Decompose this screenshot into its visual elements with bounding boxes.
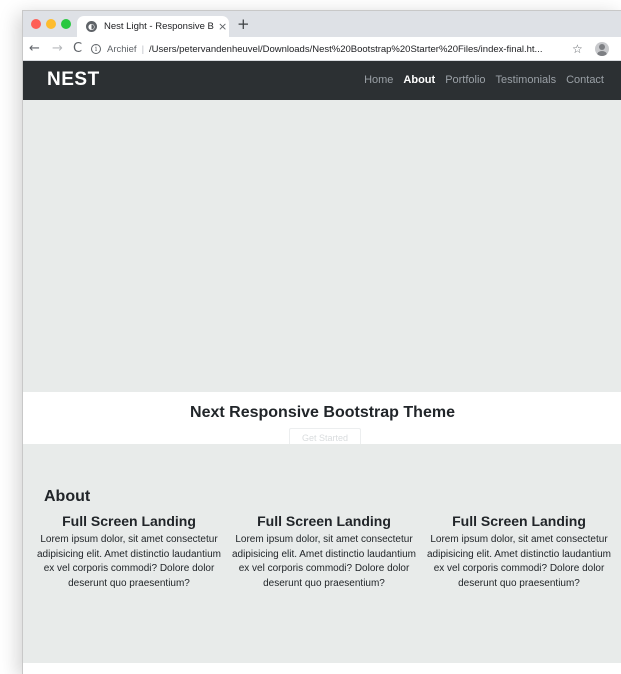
globe-icon: ◐ bbox=[86, 21, 97, 32]
site-navbar: NEST Home About Portfolio Testimonials C… bbox=[23, 61, 621, 100]
nav-link-testimonials[interactable]: Testimonials bbox=[496, 73, 557, 87]
hero-band: Next Responsive Bootstrap Theme Get Star… bbox=[23, 392, 621, 448]
feature-card: Full Screen Landing Lorem ipsum dolor, s… bbox=[33, 512, 225, 591]
page-bottom-strip bbox=[23, 663, 621, 674]
address-separator: | bbox=[141, 43, 145, 55]
browser-tab[interactable]: ◐ Nest Light - Responsive Bootst × bbox=[77, 16, 229, 37]
nav-link-portfolio[interactable]: Portfolio bbox=[445, 73, 485, 87]
reload-button[interactable]: C bbox=[73, 41, 82, 57]
minimize-window-button[interactable] bbox=[46, 19, 56, 29]
feature-text: Lorem ipsum dolor, sit amet consectetur … bbox=[37, 534, 221, 589]
nav-link-home[interactable]: Home bbox=[364, 73, 393, 87]
close-window-button[interactable] bbox=[31, 19, 41, 29]
tab-title: Nest Light - Responsive Bootst bbox=[104, 21, 214, 32]
address-bar[interactable]: i Archief | /Users/petervandenheuvel/Dow… bbox=[91, 40, 579, 58]
feature-title: Full Screen Landing bbox=[62, 513, 196, 529]
nav-links: Home About Portfolio Testimonials Contac… bbox=[364, 73, 604, 87]
address-scheme-label: Archief bbox=[107, 43, 137, 55]
feature-title: Full Screen Landing bbox=[257, 513, 391, 529]
hero-title: Next Responsive Bootstrap Theme bbox=[190, 404, 455, 421]
nav-link-about[interactable]: About bbox=[403, 73, 435, 87]
feature-card: Full Screen Landing Lorem ipsum dolor, s… bbox=[228, 512, 420, 591]
info-icon[interactable]: i bbox=[91, 44, 101, 54]
about-section: About Full Screen Landing Lorem ipsum do… bbox=[23, 444, 621, 663]
hero-image-area bbox=[23, 100, 621, 392]
feature-card: Full Screen Landing Lorem ipsum dolor, s… bbox=[423, 512, 615, 591]
nav-link-contact[interactable]: Contact bbox=[566, 73, 604, 87]
browser-toolbar: ← → C i Archief | /Users/petervandenheuv… bbox=[23, 37, 621, 61]
brand-logo[interactable]: NEST bbox=[47, 69, 100, 91]
new-tab-button[interactable]: + bbox=[237, 17, 250, 32]
forward-button[interactable]: → bbox=[52, 41, 63, 57]
about-heading: About bbox=[44, 488, 91, 505]
close-tab-icon[interactable]: × bbox=[218, 21, 227, 32]
address-url[interactable]: /Users/petervandenheuvel/Downloads/Nest%… bbox=[149, 44, 542, 55]
tab-strip: ◐ Nest Light - Responsive Bootst × + bbox=[23, 11, 621, 37]
feature-text: Lorem ipsum dolor, sit amet consectetur … bbox=[232, 534, 416, 589]
feature-text: Lorem ipsum dolor, sit amet consectetur … bbox=[427, 534, 611, 589]
feature-title: Full Screen Landing bbox=[452, 513, 586, 529]
zoom-window-button[interactable] bbox=[61, 19, 71, 29]
profile-avatar-icon[interactable] bbox=[595, 42, 609, 56]
bookmark-star-icon[interactable]: ☆ bbox=[572, 42, 583, 56]
back-button[interactable]: ← bbox=[29, 41, 40, 57]
browser-window: ◐ Nest Light - Responsive Bootst × + ← →… bbox=[22, 10, 621, 674]
